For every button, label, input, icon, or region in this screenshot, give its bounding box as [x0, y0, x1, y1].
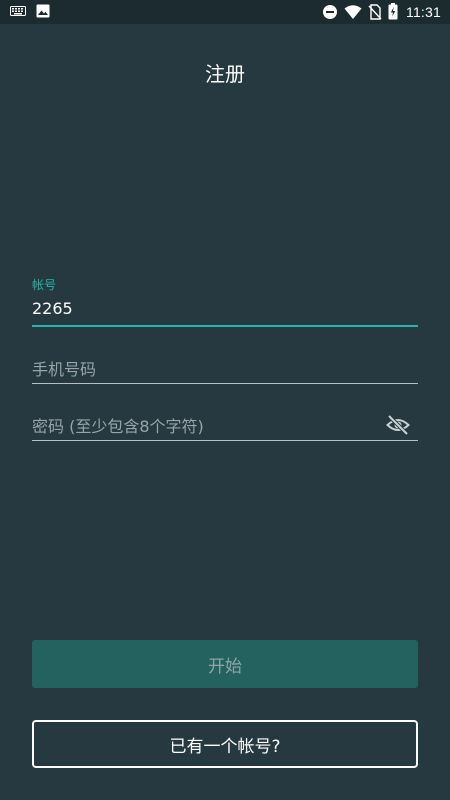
no-sim-icon — [368, 3, 382, 20]
account-input[interactable]: 2265 — [32, 299, 73, 318]
keyboard-icon — [10, 5, 26, 17]
password-field[interactable]: 密码 (至少包含8个字符) — [32, 405, 418, 443]
start-button[interactable]: 开始 — [32, 640, 418, 688]
account-label: 帐号 — [32, 278, 57, 292]
account-field[interactable]: 帐号 2265 — [32, 276, 418, 330]
image-icon — [36, 4, 50, 18]
wifi-icon — [344, 4, 362, 20]
register-screen: 11:31 注册 帐号 2265 手机号码 密码 (至少包含8个字符) 开始 已… — [0, 0, 450, 800]
phone-underline — [32, 383, 418, 384]
visibility-off-icon[interactable] — [386, 413, 410, 437]
do-not-disturb-icon — [322, 4, 338, 20]
phone-field[interactable]: 手机号码 — [32, 350, 418, 386]
page-title: 注册 — [205, 62, 245, 86]
status-bar: 11:31 — [0, 0, 450, 24]
status-bar-left — [10, 4, 50, 18]
phone-input[interactable]: 手机号码 — [32, 356, 96, 380]
password-input[interactable]: 密码 (至少包含8个字符) — [32, 413, 204, 437]
battery-charging-icon — [388, 3, 398, 20]
status-bar-right: 11:31 — [322, 3, 441, 20]
status-time: 11:31 — [406, 3, 441, 20]
password-underline — [32, 440, 418, 441]
have-account-button[interactable]: 已有一个帐号? — [32, 720, 418, 768]
account-underline — [32, 325, 418, 327]
